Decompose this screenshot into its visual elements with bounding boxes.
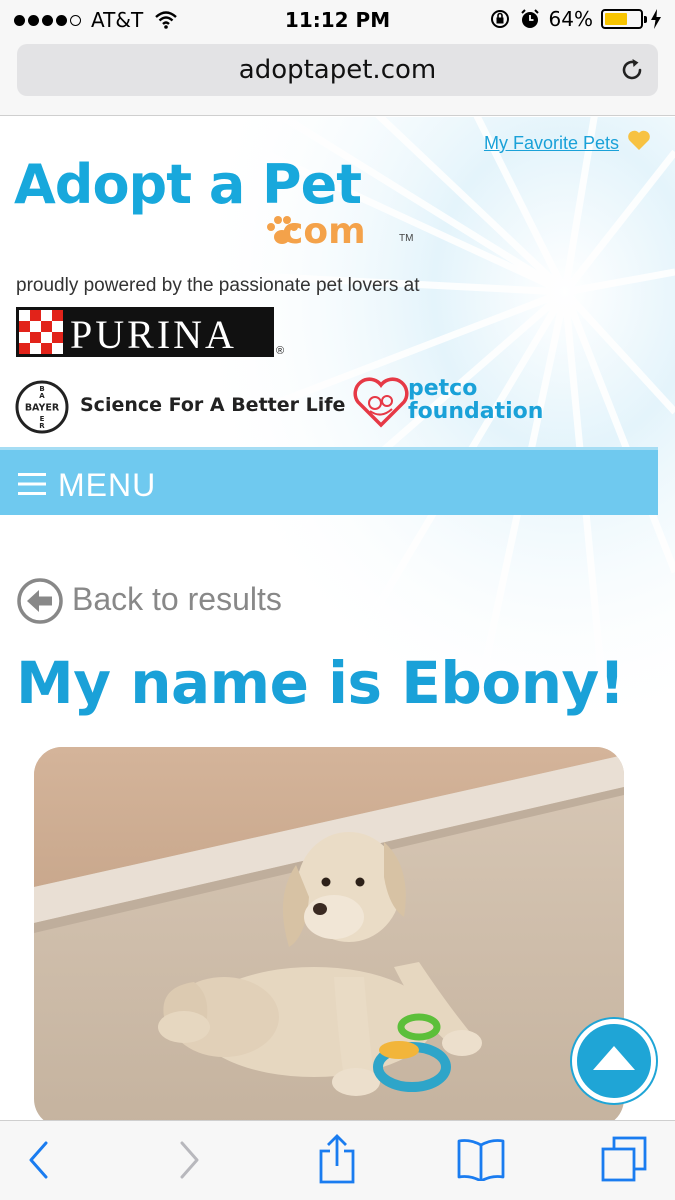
heart-icon[interactable] bbox=[627, 129, 651, 151]
web-page: My Favorite Pets Adopt a Pet com TM prou… bbox=[0, 117, 675, 1120]
back-icon[interactable] bbox=[26, 1139, 52, 1181]
forward-icon[interactable] bbox=[176, 1139, 202, 1181]
back-arrow-circle-icon bbox=[17, 578, 63, 624]
svg-text:A: A bbox=[39, 392, 45, 400]
svg-text:R: R bbox=[39, 422, 45, 430]
scroll-to-top-button[interactable] bbox=[572, 1019, 656, 1103]
battery-icon bbox=[601, 9, 647, 29]
registered-mark: ® bbox=[276, 345, 285, 357]
orientation-lock-icon bbox=[490, 10, 509, 28]
bookmarks-icon[interactable] bbox=[456, 1137, 506, 1181]
charging-bolt-icon bbox=[651, 9, 661, 29]
logo-trademark: TM bbox=[399, 233, 414, 244]
browser-address-area: adoptapet.com bbox=[0, 40, 675, 116]
address-url[interactable]: adoptapet.com bbox=[17, 55, 658, 85]
favorite-pets-link[interactable]: My Favorite Pets bbox=[484, 133, 619, 154]
petco-line1: petco bbox=[408, 376, 478, 401]
battery-tip bbox=[644, 16, 647, 23]
menu-label: MENU bbox=[58, 467, 157, 503]
pet-photo[interactable] bbox=[34, 747, 624, 1120]
up-arrow-icon bbox=[593, 1046, 635, 1070]
bayer-slogan: Science For A Better Life bbox=[80, 394, 346, 416]
pet-name-heading: My name is Ebony! bbox=[16, 649, 625, 717]
back-to-results-link[interactable]: Back to results bbox=[16, 575, 336, 627]
hamburger-menu-icon bbox=[18, 473, 46, 495]
share-icon[interactable] bbox=[318, 1133, 356, 1185]
petco-line2: foundation bbox=[408, 399, 544, 424]
bayer-cross-logo[interactable]: BAYER B A E R bbox=[14, 379, 70, 435]
purina-checkerboard-icon bbox=[19, 310, 63, 354]
logo-dotcom: com bbox=[282, 211, 366, 252]
status-right: 64% bbox=[489, 7, 661, 31]
petco-heart-logo[interactable] bbox=[352, 373, 410, 431]
purina-banner: PURINA bbox=[16, 307, 274, 357]
battery-percent: 64% bbox=[548, 7, 593, 31]
petco-wordmark: petco foundation bbox=[408, 377, 543, 423]
purina-logo[interactable]: PURINA ® bbox=[16, 307, 286, 359]
powered-by-text: proudly powered by the passionate pet lo… bbox=[16, 275, 420, 296]
browser-toolbar bbox=[0, 1120, 675, 1200]
back-label: Back to results bbox=[72, 581, 282, 617]
tabs-icon[interactable] bbox=[600, 1135, 648, 1183]
address-bar[interactable]: adoptapet.com bbox=[17, 44, 658, 96]
logo-wordmark: Adopt a Pet bbox=[14, 153, 362, 216]
battery-fill bbox=[605, 13, 627, 25]
reload-icon[interactable] bbox=[618, 56, 646, 84]
alarm-icon bbox=[520, 9, 539, 28]
purina-wordmark: PURINA bbox=[70, 312, 237, 357]
adoptapet-logo[interactable]: Adopt a Pet com TM bbox=[14, 153, 414, 263]
bayer-wordmark: BAYER bbox=[25, 403, 60, 414]
menu-button[interactable]: MENU bbox=[0, 447, 658, 515]
status-bar: AT&T 11:12 PM 64% bbox=[0, 0, 675, 40]
